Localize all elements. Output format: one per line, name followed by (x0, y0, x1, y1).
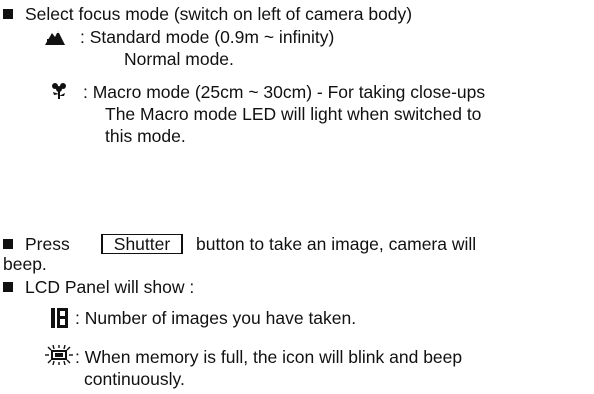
lcd-panel-heading: LCD Panel will show : (25, 277, 195, 297)
mountain-landscape-icon (45, 31, 65, 45)
this-mode-text: this mode. (105, 126, 186, 146)
press-text: Press (25, 234, 70, 254)
memory-full-blink-icon (45, 345, 73, 365)
lcd-digits-icon (51, 308, 68, 328)
normal-mode-text: Normal mode. (124, 49, 234, 69)
memory-full-text: : When memory is full, the icon will bli… (75, 347, 463, 367)
macro-mode-text: : Macro mode (25cm ~ 30cm) - For taking … (83, 82, 486, 102)
beep-text: beep. (3, 254, 47, 274)
take-image-text: button to take an image, camera will (196, 234, 477, 254)
image-count-text: : Number of images you have taken. (75, 308, 357, 328)
shutter-button-label: Shutter (101, 234, 183, 254)
macro-led-text: The Macro mode LED will light when switc… (105, 104, 482, 124)
focus-mode-heading: Select focus mode (switch on left of cam… (25, 4, 413, 24)
standard-mode-text: : Standard mode (0.9m ~ infinity) (80, 27, 335, 47)
bullet-marker (3, 282, 13, 292)
continuously-text: continuously. (84, 369, 185, 389)
flower-macro-icon (52, 83, 66, 99)
bullet-marker (3, 239, 13, 249)
bullet-marker (3, 9, 13, 19)
